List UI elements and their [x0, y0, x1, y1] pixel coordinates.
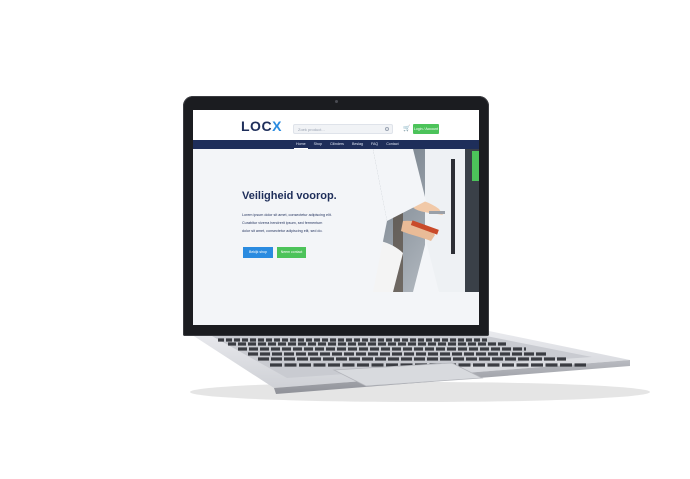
main-nav: Home Shop Cilinders Beslag FAQ Contact: [193, 140, 479, 149]
hero-title: Veiligheid voorop.: [242, 190, 337, 202]
cart-icon[interactable]: 🛒: [403, 126, 410, 132]
nav-item-shop[interactable]: Shop: [312, 140, 324, 149]
nav-item-faq[interactable]: FAQ: [369, 140, 380, 149]
search-placeholder: Zoek product...: [298, 127, 325, 132]
nav-item-contact[interactable]: Contact: [384, 140, 400, 149]
website-screen: LOC X Zoek product... 🛒 Login / Account H…: [193, 110, 479, 325]
logo-accent: X: [272, 118, 282, 134]
contact-button[interactable]: Neem contact: [277, 247, 306, 258]
hero-text-line: Curabitur viverra hendrerit ipsum, sed f…: [242, 221, 323, 225]
site-header: LOC X Zoek product... 🛒 Login / Account: [193, 110, 479, 140]
nav-item-cilinders[interactable]: Cilinders: [328, 140, 346, 149]
hero-image: [373, 149, 479, 292]
nav-item-home[interactable]: Home: [294, 140, 308, 149]
webcam: [335, 100, 338, 103]
hero-text-line: Lorem ipsum dolor sit amet, consectetur …: [242, 213, 332, 217]
nav-item-beslag[interactable]: Beslag: [350, 140, 365, 149]
search-input[interactable]: Zoek product...: [293, 124, 393, 134]
side-feedback-tab[interactable]: [472, 151, 479, 181]
logo[interactable]: LOC X: [241, 118, 282, 134]
account-button[interactable]: Login / Account: [413, 124, 439, 134]
shop-button[interactable]: Bekijk shop: [243, 247, 273, 258]
logo-text: LOC: [241, 118, 273, 134]
search-icon[interactable]: [385, 127, 389, 131]
hero-text-line: dolor sit amet, consectetur adipiscing e…: [242, 229, 323, 233]
laptop-mockup: LOC X Zoek product... 🛒 Login / Account H…: [0, 0, 690, 479]
hero-text: Lorem ipsum dolor sit amet, consectetur …: [242, 211, 354, 235]
